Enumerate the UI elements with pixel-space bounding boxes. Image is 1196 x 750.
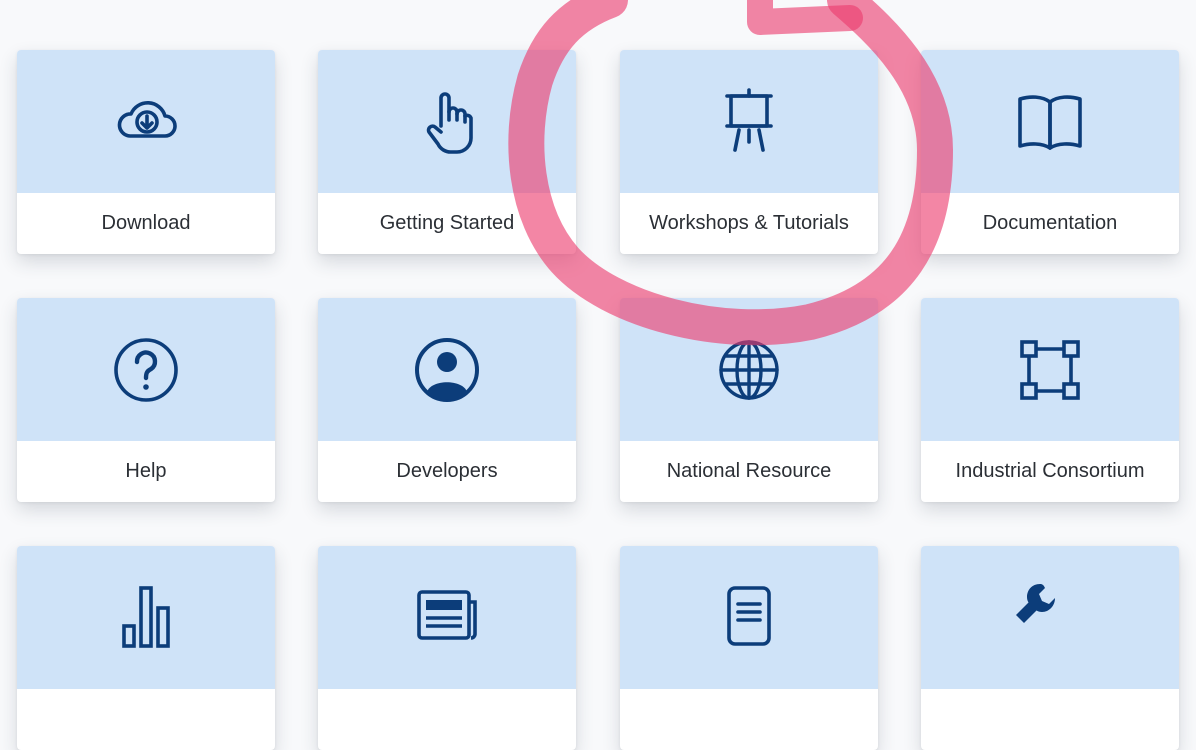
cloud-download-icon [117, 100, 177, 138]
tile-icon-area [318, 50, 576, 193]
open-book-icon [1018, 94, 1082, 150]
tile-icon-area [620, 546, 878, 689]
tile-label: Download [101, 212, 191, 234]
tile-label: Getting Started [379, 212, 515, 234]
tile-icon-area [318, 546, 576, 689]
tile-icon-area [921, 298, 1179, 441]
tile-label [318, 689, 576, 750]
tile-download[interactable]: Download [17, 50, 275, 254]
tile-industrial-consortium[interactable]: Industrial Consortium [921, 298, 1179, 502]
tile-label: National Resource [666, 460, 832, 482]
tile-label: Help [125, 460, 167, 482]
tile-news[interactable] [318, 546, 576, 750]
connected-squares-icon [1020, 339, 1080, 400]
tile-icon-area [318, 298, 576, 441]
pointing-hand-icon [426, 91, 473, 154]
tile-icon-area [17, 50, 275, 193]
document-icon [727, 585, 771, 646]
tile-label: Documentation [982, 212, 1118, 234]
newspaper-icon [417, 589, 477, 640]
tile-icon-area [921, 50, 1179, 193]
tile-statistics[interactable] [17, 546, 275, 750]
tile-developers[interactable]: Developers [318, 298, 576, 502]
tile-help[interactable]: Help [17, 298, 275, 502]
tile-label: Industrial Consortium [955, 460, 1145, 482]
tile-getting-started[interactable]: Getting Started [318, 50, 576, 254]
tile-label [17, 689, 275, 750]
tile-workshops-tutorials[interactable]: Workshops & Tutorials [620, 50, 878, 254]
tile-document[interactable] [620, 546, 878, 750]
tile-icon-area [17, 546, 275, 689]
tile-icon-area [620, 298, 878, 441]
tile-label: Developers [396, 460, 498, 482]
tile-icon-area [17, 298, 275, 441]
user-circle-icon [415, 337, 479, 402]
tile-documentation[interactable]: Documentation [921, 50, 1179, 254]
presentation-easel-icon [725, 87, 773, 152]
question-circle-icon [114, 337, 178, 402]
bar-chart-icon [122, 585, 170, 648]
wrench-icon [1016, 583, 1055, 623]
tile-tools[interactable] [921, 546, 1179, 750]
tile-label [921, 689, 1179, 750]
tile-national-resource[interactable]: National Resource [620, 298, 878, 502]
tile-label: Workshops & Tutorials [649, 212, 849, 234]
tile-icon-area [620, 50, 878, 193]
globe-icon [719, 339, 779, 400]
tile-icon-area [921, 546, 1179, 689]
tile-label [620, 689, 878, 750]
